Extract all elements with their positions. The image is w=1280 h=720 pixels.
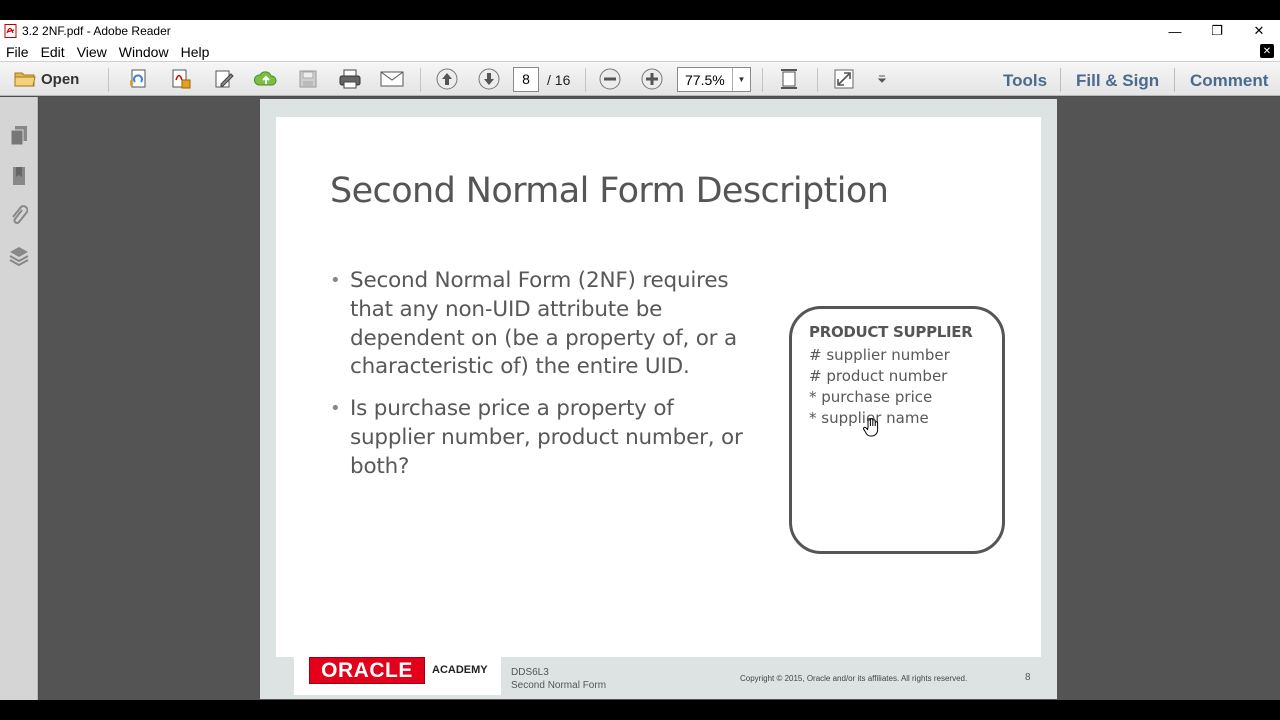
save-icon[interactable] bbox=[295, 67, 321, 91]
layers-icon[interactable] bbox=[8, 245, 30, 267]
fill-sign-tab[interactable]: Fill & Sign bbox=[1076, 71, 1159, 91]
next-page-icon[interactable] bbox=[476, 67, 502, 91]
menu-bar: File Edit View Window Help ✕ bbox=[0, 42, 1280, 61]
pdf-page: Second Normal Form Description • Second N… bbox=[260, 99, 1057, 699]
zoom-out-icon[interactable] bbox=[597, 67, 623, 91]
toolbar-separator bbox=[1060, 68, 1061, 92]
open-label: Open bbox=[41, 70, 80, 88]
academy-label: ACADEMY bbox=[432, 664, 488, 676]
menu-view[interactable]: View bbox=[71, 44, 113, 60]
open-button[interactable]: Open bbox=[14, 67, 84, 91]
entity-attribute: * purchase price bbox=[809, 388, 933, 406]
pdf-file-icon bbox=[4, 24, 18, 38]
toolbar-separator bbox=[1174, 68, 1175, 92]
toolbar-separator bbox=[762, 68, 763, 92]
folder-icon bbox=[14, 70, 36, 88]
comment-tab[interactable]: Comment bbox=[1190, 71, 1268, 91]
bullet-list: • Second Normal Form (2NF) requires that … bbox=[328, 267, 758, 495]
attachments-icon[interactable] bbox=[8, 205, 30, 227]
document-view[interactable]: Second Normal Form Description • Second N… bbox=[39, 97, 1280, 700]
collapse-menu-icon[interactable]: ✕ bbox=[1260, 44, 1274, 58]
bullet-item: • Is purchase price a property of supplie… bbox=[328, 395, 758, 481]
entity-attribute: # supplier number bbox=[809, 346, 950, 364]
minimize-button[interactable]: — bbox=[1154, 20, 1196, 42]
convert-pdf-icon[interactable] bbox=[168, 67, 194, 91]
cloud-upload-icon[interactable] bbox=[253, 67, 279, 91]
title-bar: 3.2 2NF.pdf - Adobe Reader — ❐ ✕ bbox=[0, 20, 1280, 42]
bullet-item: • Second Normal Form (2NF) requires that … bbox=[328, 267, 758, 382]
slide-title: Second Normal Form Description bbox=[330, 171, 889, 211]
toolbar-separator bbox=[108, 68, 109, 92]
print-icon[interactable] bbox=[337, 67, 363, 91]
navigation-pane bbox=[0, 97, 38, 700]
copyright-text: Copyright © 2015, Oracle and/or its affi… bbox=[740, 674, 968, 683]
restore-button[interactable]: ❐ bbox=[1196, 20, 1238, 42]
toolbar-separator bbox=[585, 68, 586, 92]
menu-file[interactable]: File bbox=[0, 44, 35, 60]
bullet-text: Second Normal Form (2NF) requires that a… bbox=[350, 268, 737, 380]
toolbar-separator bbox=[817, 68, 818, 92]
tools-tab[interactable]: Tools bbox=[1003, 71, 1047, 91]
customize-icon[interactable] bbox=[872, 67, 892, 91]
menu-help[interactable]: Help bbox=[175, 44, 216, 60]
hand-cursor-icon bbox=[863, 418, 881, 438]
close-button[interactable]: ✕ bbox=[1238, 20, 1280, 42]
toolbar: Open 8 / 16 77.5% ▼ Tools Fill & Sign Co… bbox=[0, 61, 1280, 96]
adobe-reader-window: 3.2 2NF.pdf - Adobe Reader — ❐ ✕ File Ed… bbox=[0, 20, 1280, 700]
menu-window[interactable]: Window bbox=[113, 44, 175, 60]
previous-page-icon[interactable] bbox=[434, 67, 460, 91]
oracle-logo: ORACLE bbox=[309, 657, 425, 684]
slide-page-number: 8 bbox=[1025, 672, 1031, 683]
page-total: / 16 bbox=[547, 72, 571, 88]
toolbar-separator bbox=[420, 68, 421, 92]
full-screen-icon[interactable] bbox=[831, 67, 857, 91]
menu-edit[interactable]: Edit bbox=[35, 44, 71, 60]
footer-course: DDS6L3 Second Normal Form bbox=[511, 666, 606, 692]
course-code: DDS6L3 bbox=[511, 667, 549, 678]
bullet-dot-icon: • bbox=[330, 398, 341, 420]
entity-box: PRODUCT SUPPLIER # supplier number # pro… bbox=[789, 306, 1005, 554]
entity-attribute: # product number bbox=[809, 367, 948, 385]
page-number-input[interactable]: 8 bbox=[513, 67, 539, 92]
zoom-value: 77.5% bbox=[685, 72, 725, 88]
slide-content: Second Normal Form Description • Second N… bbox=[276, 117, 1041, 657]
fit-page-icon[interactable] bbox=[776, 67, 802, 91]
course-title: Second Normal Form bbox=[511, 680, 607, 691]
zoom-select[interactable]: 77.5% ▼ bbox=[677, 67, 751, 92]
page-thumbnails-icon[interactable] bbox=[8, 125, 30, 147]
create-pdf-icon[interactable] bbox=[126, 67, 152, 91]
bullet-text: Is purchase price a property of supplier… bbox=[350, 396, 743, 479]
email-icon[interactable] bbox=[379, 67, 405, 91]
edit-pdf-icon[interactable] bbox=[211, 67, 237, 91]
bullet-dot-icon: • bbox=[330, 270, 341, 291]
bookmarks-icon[interactable] bbox=[8, 165, 30, 187]
zoom-in-icon[interactable] bbox=[639, 67, 665, 91]
oracle-academy-logo: ORACLE ACADEMY bbox=[294, 644, 501, 695]
entity-name: PRODUCT SUPPLIER bbox=[809, 323, 973, 341]
chevron-down-icon[interactable]: ▼ bbox=[732, 68, 750, 91]
window-title: 3.2 2NF.pdf - Adobe Reader bbox=[22, 24, 171, 38]
